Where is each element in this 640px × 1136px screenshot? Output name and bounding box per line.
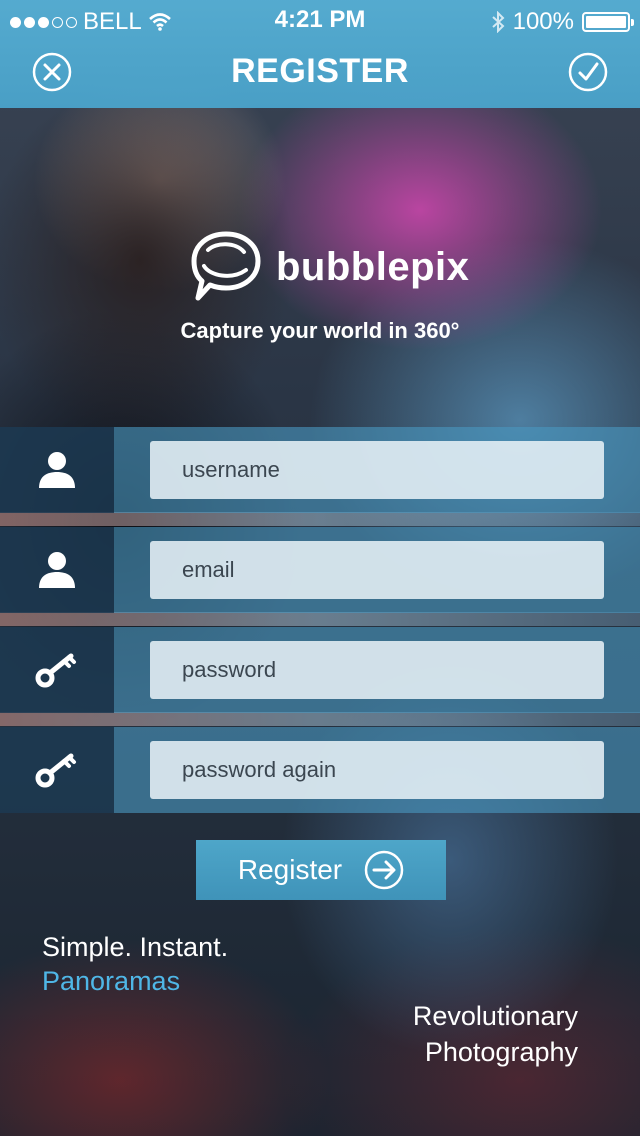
background-band [0,512,640,526]
brand-tagline: Capture your world in 360° [180,318,460,343]
slogan-line-1: Simple. Instant. [42,932,229,962]
speech-bubble-logo-icon [191,231,261,301]
slogan-left: Simple. Instant. Panoramas [42,930,228,998]
arrow-right-circle-icon [364,850,404,890]
bluetooth-icon [491,11,505,33]
password-again-field[interactable] [150,741,604,799]
check-icon [568,52,608,92]
password-again-icon-cell [0,727,114,813]
brand-logo: bubblepix [188,228,469,306]
user-icon [39,452,75,488]
background-band [0,712,640,726]
top-bar: BELL 4:21 PM 100% REGISTER [0,0,640,108]
key-icon [35,653,76,688]
password-field[interactable] [150,641,604,699]
confirm-button[interactable] [568,52,608,92]
email-icon-cell [0,527,114,613]
slogan-line-2: Panoramas [42,966,181,996]
password-input[interactable] [180,656,574,684]
email-field[interactable] [150,541,604,599]
status-bar: BELL 4:21 PM 100% [0,0,640,40]
battery-percent: 100% [512,8,574,35]
username-field[interactable] [150,441,604,499]
username-row [0,427,640,513]
password-row [0,627,640,713]
register-button-label: Register [237,854,343,885]
status-right: 100% [491,8,634,36]
password-icon-cell [0,627,114,713]
key-icon [35,753,76,788]
email-row [0,527,640,613]
username-icon-cell [0,427,114,513]
email-input[interactable] [180,556,574,584]
username-input[interactable] [180,456,574,484]
brand-name: bubblepix [276,244,470,289]
background-band [0,612,640,626]
battery-icon [582,12,634,32]
slogan-line-3: Revolutionary [412,1001,578,1031]
slogan-right: Revolutionary Photography [413,998,578,1070]
slogan-line-4: Photography [424,1037,578,1067]
password-again-row [0,727,640,813]
page-title: REGISTER [231,52,409,90]
user-icon [39,552,75,588]
password-again-input[interactable] [180,756,574,784]
register-button[interactable]: Register [196,840,446,900]
